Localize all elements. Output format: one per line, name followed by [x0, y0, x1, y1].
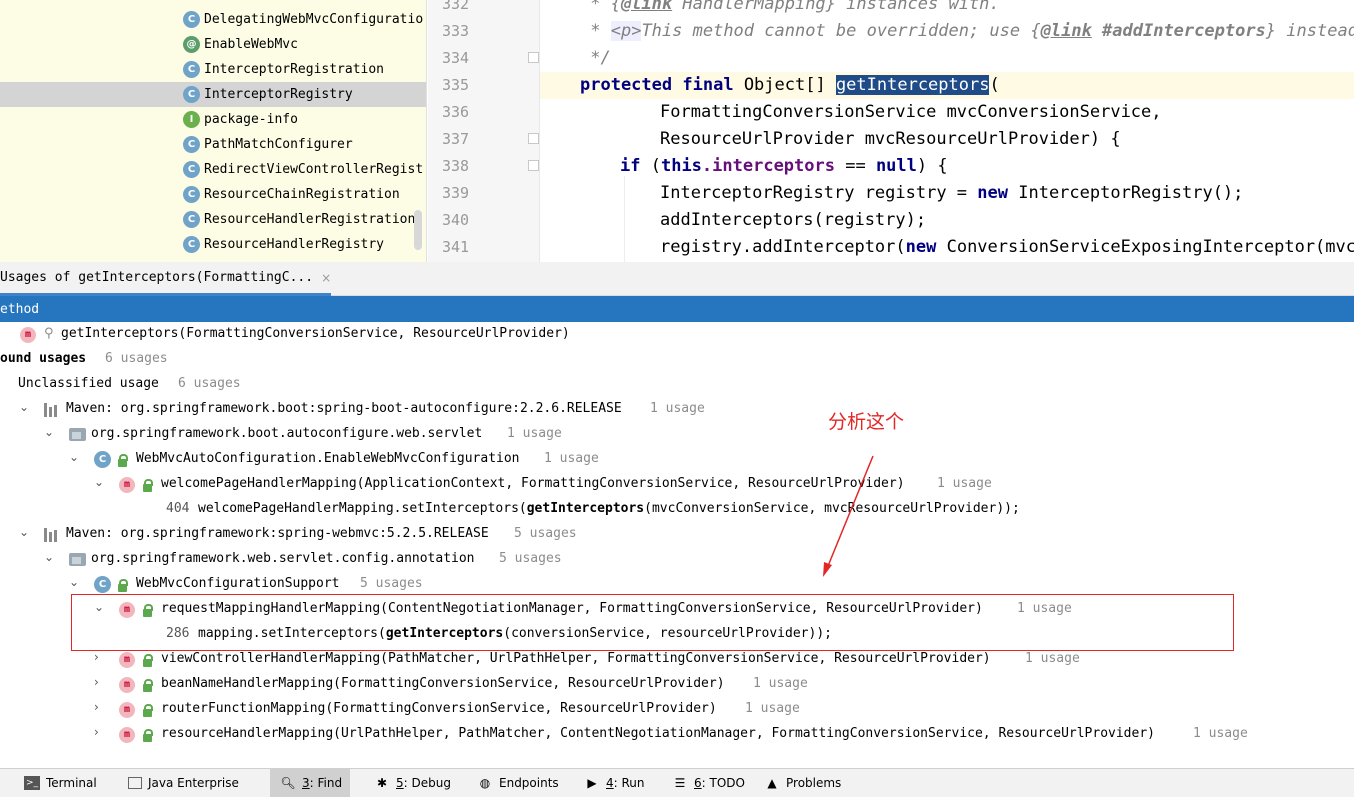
find-label: : Find [309, 776, 343, 790]
fold-marker-icon[interactable] [528, 160, 539, 171]
code-line-current: protected final Object[] getInterceptors… [540, 72, 1354, 99]
debug-tool-button[interactable]: ✱ 5: Debug [374, 769, 451, 797]
tree-item[interactable]: C PathMatchConfigurer [0, 132, 426, 157]
code-line: registry.addInterceptor(new ConversionSe… [660, 237, 1354, 257]
line-number: 340 [442, 211, 470, 229]
tree-item[interactable]: C DelegatingWebMvcConfiguratio [0, 7, 426, 32]
globe-icon: ◍ [479, 776, 491, 790]
java-enterprise-label: Java Enterprise [148, 776, 239, 790]
class-icon: C [183, 211, 200, 228]
line-number: 334 [442, 49, 470, 67]
tree-item-label: InterceptorRegistration [204, 62, 385, 77]
tree-item[interactable]: I package-info [0, 107, 426, 132]
tree-item[interactable]: C InterceptorRegistration [0, 57, 426, 82]
tree-item[interactable]: C RedirectViewControllerRegist [0, 157, 426, 182]
line-number: 338 [442, 157, 470, 175]
code-line: InterceptorRegistry registry = new Inter… [660, 183, 1244, 203]
tree-item[interactable]: @ EnableWebMvc [0, 32, 426, 57]
bug-icon: ✱ [376, 776, 388, 790]
line-number: 336 [442, 103, 470, 121]
code-line: FormattingConversionService mvcConversio… [660, 102, 1162, 122]
line-number: 333 [442, 22, 470, 40]
class-icon: C [183, 236, 200, 253]
todo-label: : TODO [701, 776, 745, 790]
tree-item[interactable]: C ResourceHandlerRegistration [0, 207, 426, 232]
code-line: * <p>This method cannot be overridden; u… [580, 21, 1354, 41]
code-editor[interactable]: 332 333 334 335 336 337 338 339 340 341 … [428, 0, 1354, 262]
todo-tool-button[interactable]: ☰ 6: TODO [672, 769, 745, 797]
endpoints-tool-button[interactable]: ◍ Endpoints [477, 769, 559, 797]
line-number: 339 [442, 184, 470, 202]
annotation-arrow-icon [823, 455, 874, 577]
play-icon: ▶ [587, 776, 597, 790]
class-icon: C [183, 161, 200, 178]
find-tab-bar: Usages of getInterceptors(FormattingC...… [0, 262, 1354, 296]
debug-shortcut: 5 [396, 776, 404, 790]
usages-tree[interactable]: ethod m ⚲ getInterceptors(FormattingConv… [0, 296, 1354, 768]
endpoints-label: Endpoints [499, 776, 559, 790]
find-tab-label: Usages of getInterceptors(FormattingC... [0, 270, 314, 285]
search-icon: 🔍︎ [280, 776, 296, 790]
debug-label: : Debug [403, 776, 451, 790]
tree-item-label: ResourceHandlerRegistration [204, 212, 416, 227]
tree-item-label: ResourceChainRegistration [204, 187, 400, 202]
tree-item[interactable]: C ResourceChainRegistration [0, 182, 426, 207]
line-gutter: 332 333 334 335 336 337 338 339 340 341 [428, 0, 540, 262]
tree-item-label: PathMatchConfigurer [204, 137, 353, 152]
line-number: 341 [442, 238, 470, 256]
java-enterprise-tool-button[interactable]: Java Enterprise [128, 769, 239, 797]
code-line: addInterceptors(registry); [660, 210, 927, 230]
code-line: * {@link HandlerMapping} instances with. [580, 0, 1000, 14]
tree-item-label: EnableWebMvc [204, 37, 298, 52]
todo-shortcut: 6 [694, 776, 702, 790]
class-icon: C [183, 186, 200, 203]
find-usages-tab[interactable]: Usages of getInterceptors(FormattingC...… [0, 262, 332, 296]
terminal-icon: >_ [24, 776, 40, 790]
problems-label: Problems [786, 776, 842, 790]
tree-scrollbar[interactable] [414, 210, 422, 250]
class-icon: C [183, 136, 200, 153]
terminal-label: Terminal [46, 776, 97, 790]
line-number: 337 [442, 130, 470, 148]
tree-item-label: ResourceHandlerRegistry [204, 237, 385, 252]
project-tree: C DelegatingWebMvcConfiguratio @ EnableW… [0, 0, 427, 262]
problems-tool-button[interactable]: ▲ Problems [764, 769, 841, 797]
line-number: 332 [442, 0, 470, 13]
java-enterprise-icon [128, 777, 142, 789]
tree-item-label: DelegatingWebMvcConfiguratio [204, 12, 424, 27]
line-number: 335 [442, 76, 470, 94]
find-shortcut: 3 [302, 776, 310, 790]
code-line: if (this.interceptors == null) { [620, 156, 948, 176]
tree-item-selected[interactable]: C InterceptorRegistry [0, 82, 426, 107]
list-icon: ☰ [674, 776, 686, 790]
tree-item-label: package-info [204, 112, 298, 127]
class-icon: C [183, 86, 200, 103]
warning-icon: ▲ [767, 776, 777, 790]
tree-item[interactable]: C ResourceHandlerRegistry [0, 232, 426, 257]
run-shortcut: 4 [606, 776, 614, 790]
fold-marker-icon[interactable] [528, 133, 539, 144]
code-line: */ [580, 48, 611, 68]
find-tool-button[interactable]: 🔍︎ 3: Find [270, 769, 351, 797]
fold-marker-icon[interactable] [528, 52, 539, 63]
run-label: : Run [613, 776, 645, 790]
class-icon: C [183, 61, 200, 78]
highlighted-method-name: getInterceptors [835, 75, 990, 95]
code-line: ResourceUrlProvider mvcResourceUrlProvid… [660, 129, 1121, 149]
tool-window-bar: >_ Terminal Java Enterprise 🔍︎ 3: Find ✱… [0, 768, 1354, 797]
tree-item-label: RedirectViewControllerRegist [204, 162, 424, 177]
terminal-tool-button[interactable]: >_ Terminal [24, 769, 97, 797]
tree-item-label: InterceptorRegistry [204, 87, 353, 102]
close-icon[interactable]: × [321, 271, 331, 285]
annotation-icon: @ [183, 36, 200, 53]
class-icon: C [183, 11, 200, 28]
run-tool-button[interactable]: ▶ 4: Run [584, 769, 645, 797]
package-info-icon: I [183, 111, 200, 128]
